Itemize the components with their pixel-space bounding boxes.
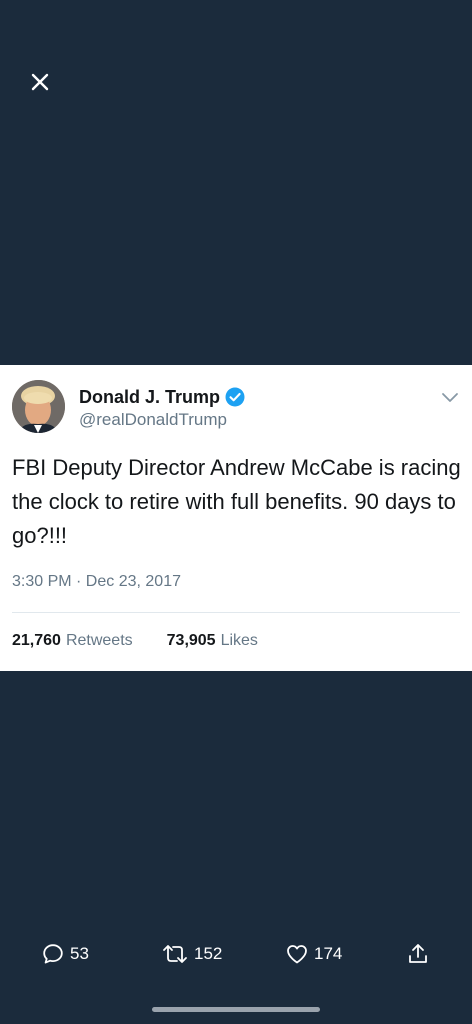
- retweet-count: 152: [194, 944, 223, 963]
- likes-stat[interactable]: 73,905 Likes: [167, 632, 258, 650]
- avatar[interactable]: [12, 380, 65, 433]
- share-button[interactable]: [406, 940, 430, 968]
- like-button[interactable]: 174: [285, 940, 342, 968]
- reply-button[interactable]: 53: [41, 940, 89, 968]
- close-icon: [31, 73, 49, 91]
- tweet-stats: 21,760 Retweets 73,905 Likes: [12, 632, 258, 650]
- retweet-icon: [163, 945, 187, 963]
- tweet-timestamp: 3:30 PM · Dec 23, 2017: [12, 573, 181, 590]
- heart-icon: [287, 945, 307, 964]
- retweets-stat[interactable]: 21,760 Retweets: [12, 632, 133, 650]
- share-icon: [409, 944, 427, 963]
- retweets-label: Retweets: [65, 632, 133, 649]
- like-count: 174: [314, 944, 343, 963]
- retweets-count: 21,760: [12, 632, 61, 649]
- tweet-card: Donald J. Trump @realDonaldTrump FBI Dep…: [0, 365, 472, 671]
- tweet-menu-button[interactable]: [440, 387, 460, 407]
- home-indicator[interactable]: [152, 1007, 320, 1012]
- avatar-image: [12, 380, 65, 433]
- likes-label: Likes: [220, 632, 258, 649]
- reply-count: 53: [70, 944, 89, 963]
- retweet-button[interactable]: 152: [161, 940, 222, 968]
- display-name[interactable]: Donald J. Trump: [79, 387, 220, 408]
- chevron-down-icon: [442, 393, 458, 402]
- likes-count: 73,905: [166, 632, 216, 649]
- reply-icon: [43, 944, 63, 964]
- tweet-text: FBI Deputy Director Andrew McCabe is rac…: [12, 455, 461, 548]
- close-button[interactable]: [26, 68, 54, 96]
- user-handle[interactable]: @realDonaldTrump: [79, 410, 227, 430]
- action-bar: 53 152 174: [0, 936, 472, 972]
- verified-badge-icon: [225, 387, 245, 407]
- divider: [12, 612, 460, 613]
